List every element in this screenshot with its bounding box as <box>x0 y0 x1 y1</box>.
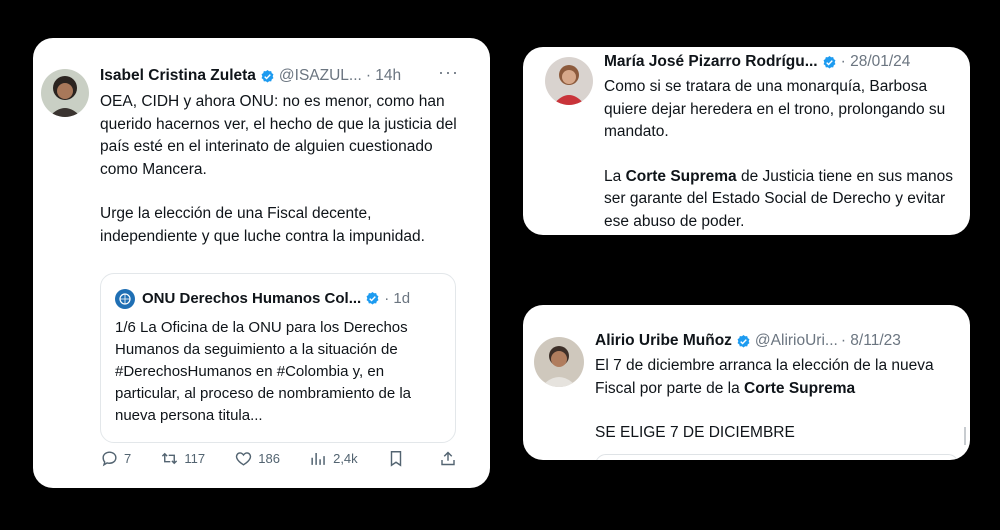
quoted-author-name[interactable]: ONU Derechos Humanos Col... <box>142 290 361 307</box>
post-time[interactable]: · 14h <box>366 67 401 85</box>
tweet-card-zuleta[interactable]: Isabel Cristina Zuleta @ISAZUL... · 14h … <box>33 38 490 488</box>
share-button[interactable] <box>439 449 462 468</box>
verified-badge-icon <box>737 334 750 347</box>
more-icon[interactable]: ··· <box>438 62 459 83</box>
repost-button[interactable]: 117 <box>160 449 205 468</box>
tweet-text: El 7 de diciembre arranca la elección de… <box>595 355 955 445</box>
reply-count: 7 <box>124 451 132 466</box>
tweet-paragraph: El 7 de diciembre arranca la elección de… <box>595 355 955 400</box>
avatar-photo <box>534 337 584 387</box>
views-icon <box>311 452 325 465</box>
tweet-text: Como si se tratara de una monarquía, Bar… <box>604 76 956 233</box>
bookmark-icon <box>390 451 402 467</box>
bookmark-button[interactable] <box>387 449 410 468</box>
reply-icon <box>102 451 117 467</box>
avatar-photo <box>41 69 89 117</box>
views-button[interactable]: 2,4k <box>309 449 358 468</box>
tweet-paragraph: OEA, CIDH y ahora ONU: no es menor, como… <box>100 93 457 178</box>
author-name[interactable]: Isabel Cristina Zuleta <box>100 67 256 85</box>
tweet-paragraph: SE ELIGE 7 DE DICIEMBRE <box>595 424 795 441</box>
quoted-tweet[interactable]: ONU Derechos Humanos Col... · 1d 1/6 La … <box>100 273 456 443</box>
reply-button[interactable]: 7 <box>100 449 131 468</box>
repost-icon <box>162 452 178 465</box>
verified-badge-icon <box>261 69 274 82</box>
like-button[interactable]: 186 <box>234 449 280 468</box>
tweet-paragraph: Como si se tratara de una monarquía, Bar… <box>604 78 946 140</box>
repost-count: 117 <box>184 451 206 466</box>
avatar-zuleta[interactable] <box>41 69 89 117</box>
tweet-card-pizarro[interactable]: María José Pizarro Rodrígu... · 28/01/24… <box>523 47 970 235</box>
share-icon <box>441 451 455 466</box>
author-handle[interactable]: @ISAZUL... <box>279 67 362 85</box>
avatar-pizarro[interactable] <box>545 57 593 105</box>
text-run: La <box>604 167 626 185</box>
like-count: 186 <box>258 451 280 466</box>
tweet-header: María José Pizarro Rodrígu... · 28/01/24 <box>604 53 910 71</box>
tweet-header: Isabel Cristina Zuleta @ISAZUL... · 14h <box>100 67 401 85</box>
verified-badge-icon <box>823 55 836 68</box>
tweet-card-uribe[interactable]: Alirio Uribe Muñoz @AlirioUri... · 8/11/… <box>523 305 970 460</box>
author-handle[interactable]: @AlirioUri... <box>755 332 838 350</box>
post-time[interactable]: · 28/01/24 <box>841 53 911 71</box>
views-count: 2,4k <box>333 451 358 466</box>
quoted-post-time[interactable]: · 1d <box>384 290 410 307</box>
bold-text: Corte Suprema <box>625 167 737 185</box>
author-name[interactable]: Alirio Uribe Muñoz <box>595 332 732 350</box>
avatar-photo <box>545 57 593 105</box>
un-logo-icon <box>119 293 131 305</box>
tweet-paragraph: Urge la elección de una Fiscal decente, … <box>100 205 425 245</box>
tweet-header: Alirio Uribe Muñoz @AlirioUri... · 8/11/… <box>595 332 901 350</box>
tweet-paragraph: La Corte Suprema de Justicia tiene en su… <box>604 166 956 234</box>
like-icon <box>236 452 252 466</box>
verified-badge-icon <box>366 291 379 305</box>
quoted-avatar <box>115 289 135 309</box>
tweet-text: OEA, CIDH y ahora ONU: no es menor, como… <box>100 91 460 248</box>
avatar-uribe[interactable] <box>534 337 584 387</box>
author-name[interactable]: María José Pizarro Rodrígu... <box>604 53 818 71</box>
quoted-header: ONU Derechos Humanos Col... · 1d <box>142 290 410 307</box>
action-bar: 7 117 186 2,4k <box>100 449 462 468</box>
quoted-text: 1/6 La Oficina de la ONU para los Derech… <box>115 319 412 424</box>
media-card-edge[interactable] <box>595 454 959 460</box>
bold-text: Corte Suprema <box>744 379 856 397</box>
post-time[interactable]: · 8/11/23 <box>841 332 901 350</box>
scrollbar[interactable] <box>964 427 966 445</box>
